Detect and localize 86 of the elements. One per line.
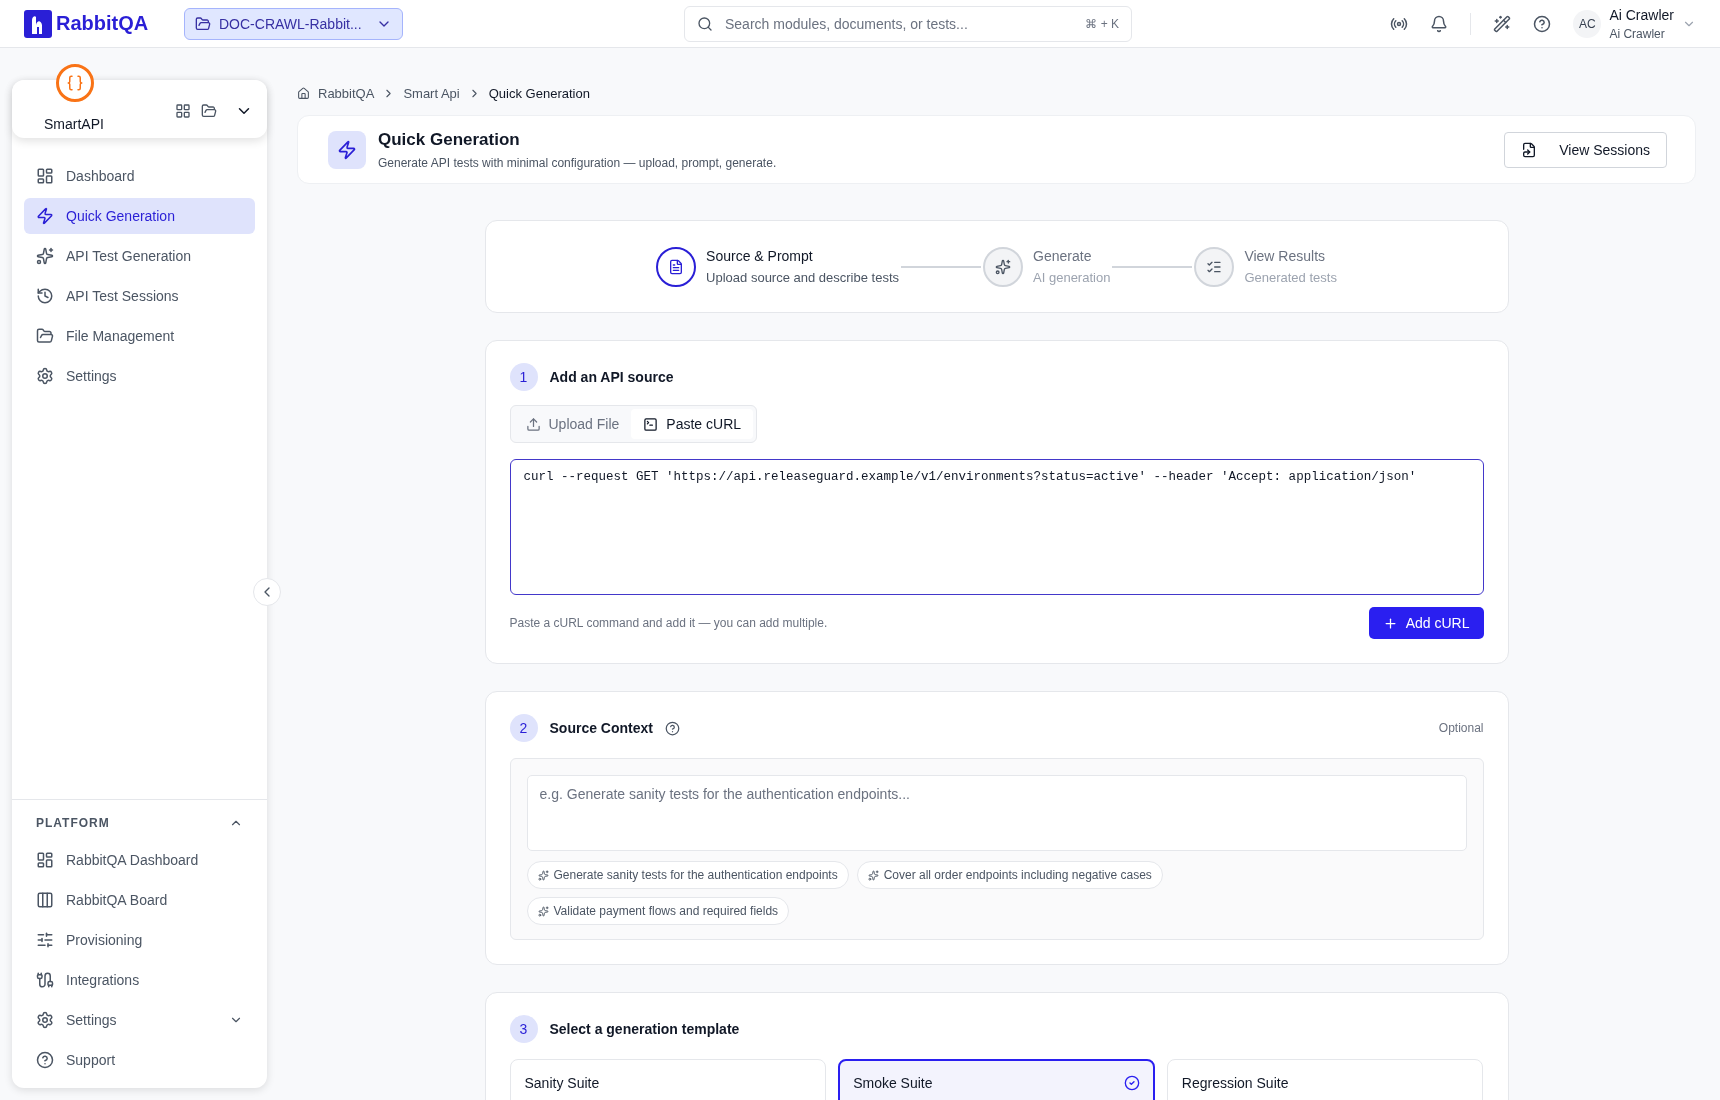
step-title: Generate — [1033, 248, 1093, 264]
sparkles-icon — [537, 869, 549, 881]
nav-item[interactable]: Settings — [24, 1002, 255, 1038]
step-number: 3 — [509, 1015, 538, 1043]
terminal-icon — [643, 416, 659, 432]
search-icon — [697, 15, 713, 32]
breadcrumb-link[interactable]: RabbitQA — [318, 86, 375, 101]
shortcut-hint: ⌘ + K — [1085, 16, 1119, 31]
plus-icon — [1382, 615, 1398, 631]
breadcrumb-link[interactable]: Quick Generation — [488, 86, 590, 101]
nav-item[interactable]: Support — [24, 1042, 255, 1078]
nav-item[interactable]: Settings — [24, 358, 255, 394]
sparkles-icon — [867, 869, 879, 881]
folder-icon — [36, 327, 54, 345]
project-selector[interactable]: DOC-CRAWL-Rabbit... — [184, 7, 403, 40]
page-title: Quick Generation — [378, 129, 521, 150]
suggestion-chip[interactable]: Generate sanity tests for the authentication endpoints — [526, 861, 849, 889]
rabbit-logo-icon — [24, 9, 52, 38]
help-icon[interactable] — [664, 720, 680, 736]
sparkles-icon — [995, 258, 1012, 275]
optional-label: Optional — [1438, 721, 1484, 735]
curl-input[interactable]: curl --request GET 'https://api.releaseguard.example/v1/environments?status=active' --header 'Accept: application/json' — [509, 459, 1484, 595]
suggestion-chip[interactable]: Validate payment flows and required fields — [526, 897, 790, 925]
wand-icon[interactable] — [1493, 14, 1512, 33]
source-tab[interactable]: Upload File — [513, 409, 632, 439]
sparkles-icon — [537, 905, 549, 917]
section-title: Select a generation template — [549, 1021, 740, 1037]
search-input[interactable]: Search modules, documents, or tests... — [723, 14, 1076, 33]
lightning-icon — [36, 207, 54, 225]
module-name: SmartAPI — [44, 116, 104, 132]
folder-icon — [195, 15, 211, 32]
template-option[interactable]: Regression Suite — [1166, 1059, 1484, 1100]
nav-item[interactable]: API Test Sessions — [24, 278, 255, 314]
nav-item[interactable]: RabbitQA Board — [24, 882, 255, 918]
nav-item[interactable]: Quick Generation — [24, 198, 255, 234]
step-title: View Results — [1244, 248, 1327, 264]
section-title: Source Context — [549, 720, 653, 736]
step-subtitle: Generated tests — [1244, 270, 1337, 285]
page-subtitle: Generate API tests with minimal configuration — upload, prompt, generate. — [378, 155, 777, 170]
columns-icon — [36, 891, 54, 909]
sliders-icon — [36, 931, 54, 949]
curl-hint: Paste a cURL command and add it — you can add multiple. — [509, 616, 828, 630]
bell-icon[interactable] — [1430, 14, 1449, 33]
dashboard-icon — [36, 167, 54, 185]
template-option[interactable]: Smoke Suite — [838, 1059, 1155, 1100]
add-curl-button[interactable]: Add cURL — [1368, 607, 1484, 639]
nav-item[interactable]: Provisioning — [24, 922, 255, 958]
nav-item[interactable]: Dashboard — [24, 158, 255, 194]
upload-icon — [525, 416, 541, 432]
section-title: Add an API source — [549, 369, 674, 385]
step-subtitle: Upload source and describe tests — [706, 270, 900, 285]
home-icon — [297, 87, 310, 100]
settings-icon — [36, 367, 54, 385]
platform-section-toggle[interactable]: PLATFORM — [24, 812, 255, 838]
nav-item[interactable]: API Test Generation — [24, 238, 255, 274]
step-number: 2 — [509, 714, 538, 742]
user-name: Ai Crawler — [1609, 6, 1674, 23]
nav-item[interactable]: Integrations — [24, 962, 255, 998]
help-icon — [36, 1051, 54, 1069]
breadcrumb-link[interactable]: Smart Api — [403, 86, 460, 101]
view-sessions-button[interactable]: View Sessions — [1504, 131, 1667, 168]
nav-item[interactable]: RabbitQA Dashboard — [24, 842, 255, 878]
suggestion-chip[interactable]: Cover all order endpoints including negative cases — [856, 861, 1163, 889]
settings-icon — [36, 1011, 54, 1029]
file-icon — [1521, 141, 1538, 158]
help-icon[interactable] — [1533, 14, 1552, 33]
nav-item[interactable]: File Management — [24, 318, 255, 354]
logo-text: RabbitQA — [56, 12, 149, 35]
template-option[interactable]: Sanity Suite — [509, 1059, 827, 1100]
user-avatar[interactable]: AC — [1573, 9, 1602, 38]
step-number: 1 — [509, 363, 538, 391]
source-tab[interactable]: Paste cURL — [631, 409, 754, 439]
dashboard-icon — [36, 851, 54, 869]
step-title: Source & Prompt — [706, 248, 814, 264]
sparkles-icon — [36, 247, 54, 265]
lightning-icon — [328, 130, 366, 169]
user-role: Ai Crawler — [1609, 26, 1666, 41]
folder-icon[interactable] — [201, 103, 217, 119]
cable-icon — [36, 971, 54, 989]
grid-icon[interactable] — [175, 103, 191, 119]
history-icon — [36, 287, 54, 305]
check-circle-icon — [1123, 1075, 1140, 1091]
search-field[interactable]: Search modules, documents, or tests... ⌘ + K — [684, 5, 1132, 42]
step-subtitle: AI generation — [1033, 270, 1111, 285]
document-icon — [668, 258, 685, 275]
prompt-input[interactable]: e.g. Generate sanity tests for the authentication endpoints... — [526, 775, 1467, 851]
